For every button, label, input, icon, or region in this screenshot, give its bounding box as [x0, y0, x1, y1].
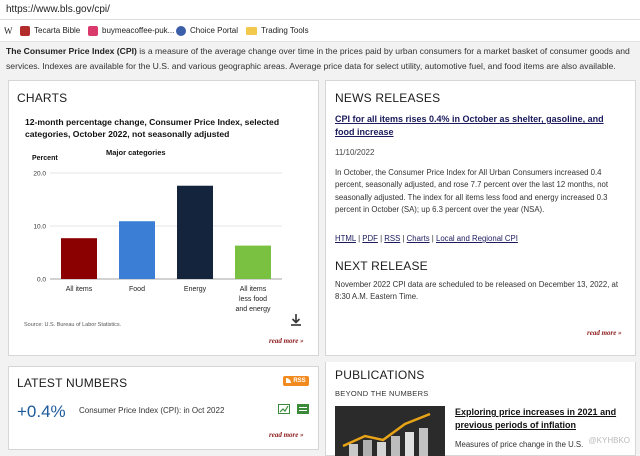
latest-label: Consumer Price Index (CPI): in Oct 2022 [79, 406, 225, 415]
rss-feed-button[interactable]: RSS [283, 376, 309, 386]
chart-y-tick-label: 10.0 [33, 224, 46, 231]
chart-source: Source: U.S. Bureau of Labor Statistics. [24, 322, 122, 328]
bookmark-wiki[interactable]: W [4, 20, 13, 43]
charts-link[interactable]: Charts [407, 234, 430, 243]
chart-y-ticks: 0.0 10.0 20.0 [33, 171, 46, 284]
html-link[interactable]: HTML [335, 234, 356, 243]
address-bar[interactable]: https://www.bls.gov/cpi/ [0, 0, 640, 20]
bookmark-label: W [4, 26, 13, 36]
next-release-body: November 2022 CPI data are scheduled to … [335, 280, 619, 302]
rss-icon [286, 377, 292, 383]
chart-x-label: All items [66, 286, 93, 293]
download-icon[interactable] [288, 312, 304, 328]
bookmark-choice-portal[interactable]: Choice Portal [176, 20, 238, 42]
news-releases-heading: NEWS RELEASES [335, 91, 441, 105]
chart-x-label: less food [239, 296, 267, 303]
chart-y-tick-label: 0.0 [37, 277, 46, 284]
chart-x-label: and energy [235, 306, 271, 313]
pdf-link[interactable]: PDF [362, 234, 378, 243]
publications-heading: PUBLICATIONS [335, 368, 425, 382]
latest-value: +0.4% [17, 402, 66, 421]
charts-heading: CHARTS [17, 91, 68, 105]
bible-icon [20, 25, 30, 36]
charts-read-more-link[interactable]: read more » [269, 337, 304, 345]
local-regional-cpi-link[interactable]: Local and Regional CPI [436, 234, 518, 243]
news-links: HTML | PDF | RSS | Charts | Local and Re… [335, 234, 518, 243]
publication-thumbnail[interactable] [335, 406, 445, 456]
bookmarks-bar: W Tecarta Bible buymeacoffee-puk... Choi… [0, 20, 640, 42]
bookmark-label: Trading Tools [261, 26, 309, 35]
chart-x-label: Energy [184, 286, 207, 293]
watermark: @KYHBKO [588, 436, 630, 445]
rss-link[interactable]: RSS [384, 234, 400, 243]
publications-subheading: BEYOND THE NUMBERS [335, 389, 429, 398]
rss-label: RSS [293, 378, 306, 384]
bookmark-tecarta-bible[interactable]: Tecarta Bible [20, 20, 80, 42]
cpi-bar-chart[interactable]: Major categories Percent 0.0 10.0 20.0 All… [20, 144, 312, 332]
coffee-icon [88, 25, 98, 36]
latest-numbers-heading: LATEST NUMBERS [17, 376, 128, 390]
bookmark-label: Choice Portal [190, 26, 239, 35]
bookmark-label: buymeacoffee-puk... [102, 26, 175, 35]
chart-y-tick-label: 20.0 [33, 171, 46, 178]
intro-term: The Consumer Price Index (CPI) [6, 46, 137, 56]
news-read-more-link[interactable]: read more » [587, 329, 622, 337]
chart-x-label: All items [240, 286, 267, 293]
chart-bar [61, 238, 97, 279]
latest-read-more-link[interactable]: read more » [269, 431, 304, 439]
news-body: In October, the Consumer Price Index for… [335, 168, 609, 215]
bookmark-trading-tools[interactable]: Trading Tools [246, 20, 309, 42]
chart-title: 12-month percentage change, Consumer Pri… [25, 117, 280, 139]
chart-bar [119, 221, 155, 279]
intro-paragraph: The Consumer Price Index (CPI) is a meas… [6, 44, 638, 74]
next-release-heading: NEXT RELEASE [335, 259, 428, 273]
chart-subtitle: Major categories [106, 148, 166, 157]
bookmark-buymeacoffee[interactable]: buymeacoffee-puk... [88, 20, 174, 42]
url-text: https://www.bls.gov/cpi/ [6, 4, 110, 15]
chart-bar [177, 185, 213, 279]
chart-bars [61, 185, 271, 279]
bookmark-label: Tecarta Bible [34, 26, 81, 35]
folder-icon [246, 26, 257, 35]
chart-bar [235, 245, 271, 279]
news-headline-link[interactable]: CPI for all items rises 0.4% in October … [335, 113, 625, 139]
chart-x-labels: All items Food Energy All items less food and… [66, 286, 271, 313]
portal-icon [176, 25, 186, 36]
chart-y-axis-label: Percent [32, 155, 58, 162]
table-icon[interactable] [297, 404, 309, 414]
chart-x-label: Food [129, 286, 145, 293]
news-date: 11/10/2022 [335, 148, 375, 157]
line-chart-icon[interactable] [278, 404, 290, 414]
publication-headline-link[interactable]: Exploring price increases in 2021 and pr… [455, 406, 625, 432]
